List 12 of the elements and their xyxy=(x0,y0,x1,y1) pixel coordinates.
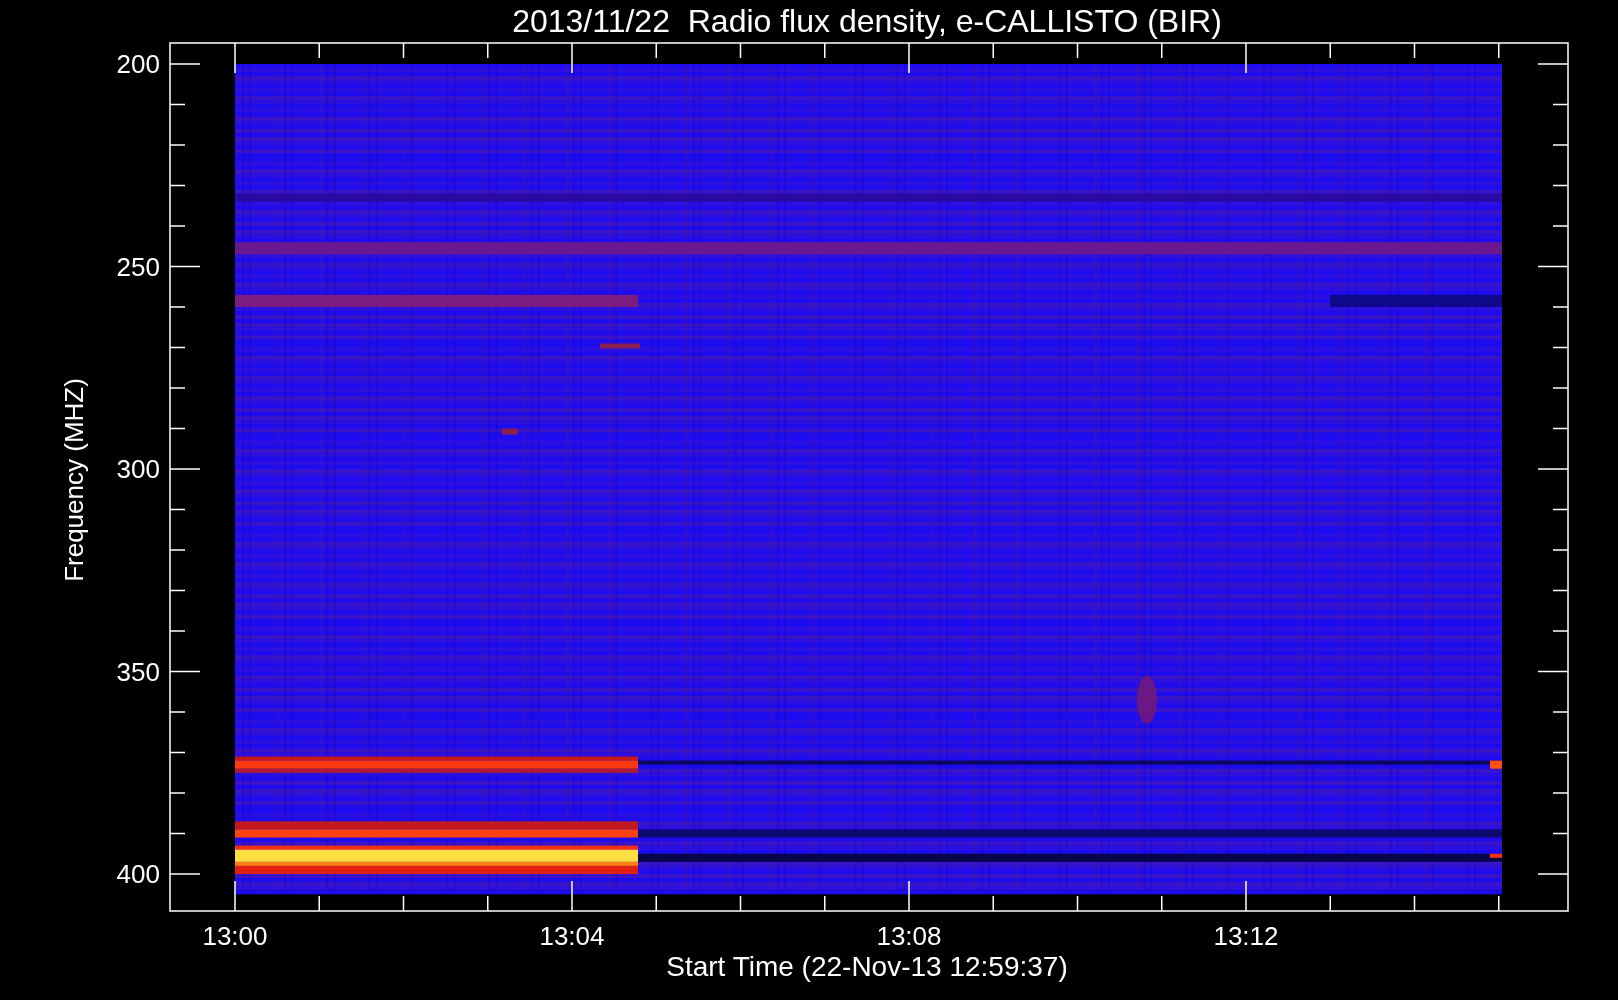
x-tick-label: 13:00 xyxy=(202,921,268,951)
y-tick-label: 400 xyxy=(116,859,160,889)
x-tick-label: 13:04 xyxy=(539,921,605,951)
y-tick-label: 250 xyxy=(116,251,160,282)
x-tick-label: 13:12 xyxy=(1213,921,1279,951)
y-axis-label: Frequency (MHZ) xyxy=(59,378,89,582)
y-tick-label: 350 xyxy=(116,656,160,687)
y-tick-label: 300 xyxy=(116,454,160,484)
chart-title: 2013/11/22 Radio flux density, e-CALLISTO (BIR) xyxy=(512,3,1222,39)
x-tick-label: 13:08 xyxy=(876,921,942,951)
y-tick-label: 200 xyxy=(116,49,160,79)
x-axis-label: Start Time (22-Nov-13 12:59:37) xyxy=(666,951,1068,982)
